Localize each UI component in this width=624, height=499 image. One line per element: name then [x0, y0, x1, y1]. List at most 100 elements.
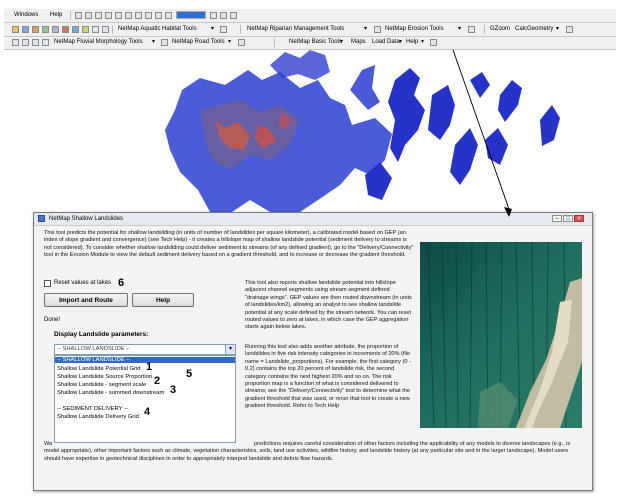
minimize-button[interactable]: – [552, 215, 562, 222]
reset-lakes-label: Reset values at lakes [54, 280, 112, 286]
menu-road-tools[interactable]: NetMap Road Tools [172, 39, 225, 45]
tool-icon[interactable] [32, 39, 39, 46]
dropdown-arrow-icon[interactable]: ▾ [211, 25, 214, 32]
annotation-number-2: 2 [154, 375, 161, 387]
map-canvas[interactable] [0, 50, 624, 212]
dropdown-arrow-icon[interactable]: ▾ [399, 38, 402, 45]
intro-text: This tool predicts the potential for sha… [44, 230, 414, 259]
menu-fluvial-morphology-tools[interactable]: NetMap Fluvial Morphology Tools [54, 39, 143, 45]
import-and-route-button[interactable]: Import and Route [44, 293, 128, 307]
tool-icon[interactable] [22, 26, 29, 33]
menu-aquatic-habitat-tools[interactable]: NetMap Aquatic Habitat Tools [118, 26, 197, 32]
dropdown-arrow-icon[interactable]: ▾ [340, 38, 343, 45]
tool-icon[interactable] [32, 26, 39, 33]
reset-lakes-checkbox[interactable] [44, 280, 51, 287]
tool-icon[interactable] [145, 12, 152, 19]
dropdown-arrow-icon[interactable]: ▾ [458, 25, 461, 32]
tool-icon[interactable] [22, 39, 29, 46]
tool-icon[interactable] [125, 12, 132, 19]
menu-help[interactable]: Help [50, 12, 62, 18]
menu-load-data[interactable]: Load Data [372, 39, 400, 45]
tool-icon[interactable] [161, 39, 168, 46]
help-button[interactable]: Help [132, 293, 194, 307]
menu-erosion-tools[interactable]: NetMap Erosion Tools [385, 26, 444, 32]
gzoom-button[interactable]: GZoom [490, 26, 510, 32]
chevron-down-icon[interactable]: ▾ [225, 345, 235, 354]
annotation-number-4: 4 [144, 406, 151, 418]
tool-icon[interactable] [62, 26, 69, 33]
dropdown-arrow-icon[interactable]: ▾ [556, 25, 559, 32]
maximize-button[interactable]: □ [563, 215, 573, 222]
dropdown-arrow-icon[interactable]: ▾ [228, 38, 231, 45]
dropdown-arrow-icon[interactable]: ▾ [152, 38, 155, 45]
list-item[interactable]: -- SHALLOW LANDSLIDE -- [55, 357, 235, 363]
dropdown-arrow-icon[interactable]: ▾ [421, 38, 424, 45]
dropdown-arrow-icon[interactable]: ▾ [364, 25, 367, 32]
list-item[interactable]: Shallow Landslide Delivery Grid [57, 414, 139, 420]
tool-icon[interactable] [82, 26, 89, 33]
list-item[interactable]: Shallow Landslide Potential Grid [57, 366, 140, 372]
calcgeometry-button[interactable]: CalcGeometry [515, 26, 553, 32]
menu-maps[interactable]: Maps [351, 39, 366, 45]
toolbar-row-1: Windows Help [4, 9, 616, 23]
tool-icon[interactable] [85, 12, 92, 19]
annotation-number-3: 3 [170, 384, 177, 396]
list-item[interactable]: Shallow Landslide Source Proportion [57, 374, 152, 380]
menu-riparian-management-tools[interactable]: NetMap Riparian Management Tools [247, 26, 344, 32]
routing-description: This tool also reports shallow landslide… [245, 280, 412, 331]
color-swatch-dropdown[interactable] [176, 11, 206, 19]
status-text: Done! [44, 317, 61, 323]
tool-icon[interactable] [220, 12, 227, 19]
tool-icon[interactable] [430, 39, 437, 46]
list-item[interactable]: Shallow Landslide - summed downstream [57, 390, 164, 396]
list-item[interactable]: Shallow Landslide - segment scale [57, 382, 146, 388]
tool-icon[interactable] [42, 26, 49, 33]
tool-icon[interactable] [42, 39, 49, 46]
separator [484, 25, 485, 34]
separator [70, 11, 71, 20]
separator [112, 25, 113, 34]
tool-icon[interactable] [75, 12, 82, 19]
tool-icon[interactable] [374, 26, 381, 33]
tool-icon[interactable] [135, 12, 142, 19]
tool-icon[interactable] [155, 12, 162, 19]
menu-help-2[interactable]: Help [406, 39, 418, 45]
annotation-number-6: 6 [118, 277, 125, 289]
tool-icon[interactable] [92, 26, 99, 33]
tool-icon[interactable] [115, 12, 122, 19]
stream-network [165, 50, 560, 212]
display-parameters-label: Display Landslide parameters: [54, 331, 149, 338]
annotation-arrow-line [452, 50, 511, 212]
arrow-head [504, 207, 512, 217]
tool-icon[interactable] [105, 12, 112, 19]
tool-icon[interactable] [238, 39, 245, 46]
close-button[interactable]: × [574, 215, 584, 222]
toolbar-row-3: NetMap Fluvial Morphology Tools ▾ NetMap… [4, 37, 616, 50]
tool-icon[interactable] [72, 26, 79, 33]
tool-icon[interactable] [165, 12, 172, 19]
tool-icon[interactable] [468, 26, 475, 33]
app-icon [38, 215, 45, 222]
separator [274, 38, 275, 47]
separator [240, 25, 241, 34]
tool-icon[interactable] [95, 12, 102, 19]
tool-icon[interactable] [220, 26, 227, 33]
annotation-number-5: 5 [186, 368, 193, 380]
landslide-photo [420, 242, 582, 428]
dialog-title: NetMap Shallow Landslides [49, 216, 124, 222]
tool-icon[interactable] [52, 26, 59, 33]
proportion-description: Running this tool also adds another attr… [245, 344, 411, 410]
tool-icon[interactable] [566, 26, 573, 33]
tool-icon[interactable] [230, 12, 237, 19]
tool-icon[interactable] [12, 39, 19, 46]
menu-windows[interactable]: Windows [14, 12, 38, 18]
landslide-parameter-select[interactable]: -- SHALLOW LANDSLIDE -- ▾ [54, 344, 236, 355]
select-value: -- SHALLOW LANDSLIDE -- [57, 346, 131, 352]
tool-icon[interactable] [102, 26, 109, 33]
list-item[interactable]: -- SEDIMENT DELIVERY -- [57, 406, 128, 412]
toolbar-row-2: NetMap Aquatic Habitat Tools ▾ NetMap Ri… [4, 23, 616, 37]
tool-icon[interactable] [12, 26, 19, 33]
menu-basic-tools[interactable]: NetMap Basic Tools [289, 39, 342, 45]
landslide-parameter-list[interactable]: -- SHALLOW LANDSLIDE -- Shallow Landslid… [54, 355, 236, 443]
tool-icon[interactable] [210, 12, 217, 19]
